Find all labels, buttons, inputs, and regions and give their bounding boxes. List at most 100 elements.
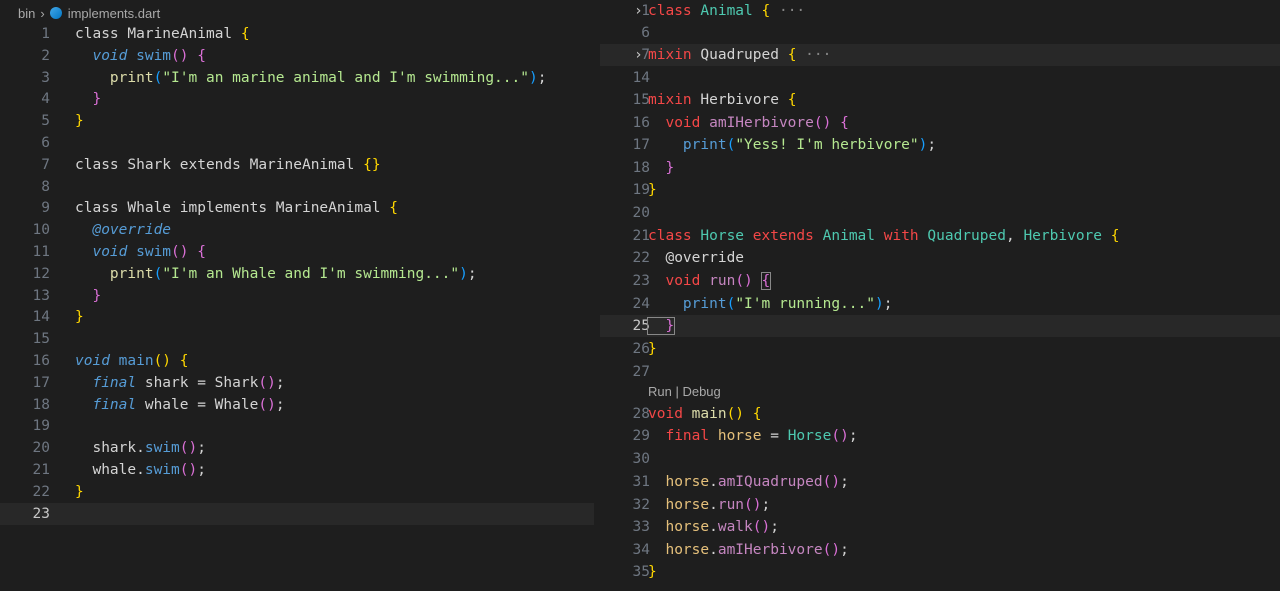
code-line[interactable]: 6 [0,132,594,154]
code-line[interactable]: 21 class Horse extends Animal with Quadru… [600,225,1280,247]
code-line[interactable]: 6 [600,22,1280,44]
code-line[interactable]: 7 class Shark extends MarineAnimal {} [0,154,594,176]
code-line[interactable]: 22} [0,481,594,503]
code-text: void swim() { [75,241,206,263]
code-line[interactable]: 20 shark.swim(); [0,437,594,459]
fold-chevron-icon[interactable]: › [634,0,643,22]
code-line[interactable]: 31 horse.amIQuadruped(); [600,471,1280,493]
line-number: 6 [41,135,50,151]
code-line[interactable]: 25 } [600,315,1280,337]
code-token: void [75,47,137,64]
line-number: 10 [32,222,50,239]
code-token: ( [726,296,736,312]
code-line[interactable]: 8 [0,176,594,198]
code-line[interactable]: 16 void main() { [0,350,594,372]
line-number: 7 [41,156,50,173]
code-text: void main() { [75,350,189,372]
code-text: } [648,338,657,360]
left-editor-pane[interactable]: bin › implements.dart 1 class MarineAnima… [0,0,594,591]
code-line[interactable]: 30 [600,448,1280,470]
code-line[interactable]: 14} [0,306,594,328]
code-line[interactable]: 7 › mixin Quadruped { ··· [600,44,1280,66]
code-line[interactable]: 19} [600,179,1280,201]
code-line[interactable]: 33 horse.walk(); [600,516,1280,538]
code-token: class [75,26,128,42]
code-token: horse [648,497,710,513]
code-token: ··· [770,3,806,19]
code-line[interactable]: 14 [600,67,1280,89]
code-line[interactable]: 10 @override [0,219,594,241]
line-number: 22 [32,483,50,500]
code-line[interactable]: 32 horse.run(); [600,494,1280,516]
code-line[interactable]: 28 void main() { [600,403,1280,425]
code-text: } [648,561,657,583]
line-number: 2 [41,47,50,64]
code-line[interactable]: 23 void run() { [600,270,1280,292]
line-number: 14 [632,70,650,86]
line-number: 17 [32,374,50,391]
code-line[interactable]: 22 @override [600,247,1280,269]
code-line[interactable]: 17 final shark = Shark(); [0,372,594,394]
run-debug-codelens[interactable]: Run | Debug [648,384,721,399]
line-number: 34 [632,542,650,558]
line-number: 17 [632,137,650,153]
code-line[interactable]: 29 final horse = Horse(); [600,425,1280,447]
code-text: shark.swim(); [75,437,206,459]
line-number: 7 [641,47,650,63]
code-line[interactable]: 5} [0,110,594,132]
code-token: { [787,92,797,108]
code-token: ; [197,462,206,478]
line-number: 22 [632,250,650,266]
code-token: () [179,440,198,457]
code-token: class [648,228,701,244]
code-line[interactable]: 9 class Whale implements MarineAnimal { [0,197,594,219]
line-number: 33 [632,519,650,535]
code-line[interactable]: 2 void swim() { [0,45,594,67]
code-token: Horse [787,428,832,444]
code-token: void [75,353,119,369]
line-number: 27 [632,364,650,380]
breadcrumb-file[interactable]: implements.dart [68,6,160,21]
code-line[interactable]: 15 [0,328,594,350]
code-token: Herbivore [700,92,788,108]
line-number: 29 [632,428,650,444]
breadcrumb-folder[interactable]: bin [18,6,35,21]
code-line[interactable]: 17 print("Yess! I'm herbivore"); [600,134,1280,156]
code-line[interactable]: 20 [600,202,1280,224]
code-line[interactable]: 18 } [600,157,1280,179]
code-token: . [709,542,718,558]
code-line[interactable]: 19 [0,415,594,437]
code-token: ; [275,374,285,391]
code-token: main [118,353,154,369]
code-line[interactable]: 1 class MarineAnimal { [0,23,594,45]
code-token: run [709,273,736,289]
code-line[interactable]: 34 horse.amIHerbivore(); [600,539,1280,561]
code-line[interactable]: 12 print("I'm an Whale and I'm swimming.… [0,263,594,285]
code-line[interactable]: 15 mixin Herbivore { [600,89,1280,111]
code-token: () { [813,115,849,131]
code-line[interactable]: 21 whale.swim(); [0,459,594,481]
code-token: @override [75,222,172,239]
code-line[interactable]: 13 } [0,285,594,307]
code-line[interactable]: 24 print("I'm running..."); [600,293,1280,315]
fold-chevron-icon[interactable]: › [634,44,643,66]
code-token: walk [717,519,753,535]
code-token: void [648,406,692,422]
code-line[interactable]: 27 [600,361,1280,383]
code-line[interactable]: 16 void amIHerbivore() { [600,112,1280,134]
code-line[interactable]: 4 } [0,88,594,110]
code-token: ··· [796,47,832,63]
code-line[interactable]: 23 [0,502,594,525]
code-line[interactable]: 1 › class Animal { ··· [600,0,1280,22]
code-line[interactable]: 26} [600,338,1280,360]
code-line[interactable]: 18 final whale = Whale(); [0,394,594,416]
code-line[interactable]: 3 print("I'm an marine animal and I'm sw… [0,67,594,89]
code-line[interactable]: 35} [600,561,1280,583]
code-token: () [822,542,841,558]
code-token: { [240,26,250,42]
right-editor-pane[interactable]: 1 › class Animal { ··· 6 7 › mixin Quadruped {… [600,0,1280,591]
code-token: } [75,483,84,500]
code-token: whale. [75,462,145,478]
code-token: swim [136,47,172,64]
code-line[interactable]: 11 void swim() { [0,241,594,263]
